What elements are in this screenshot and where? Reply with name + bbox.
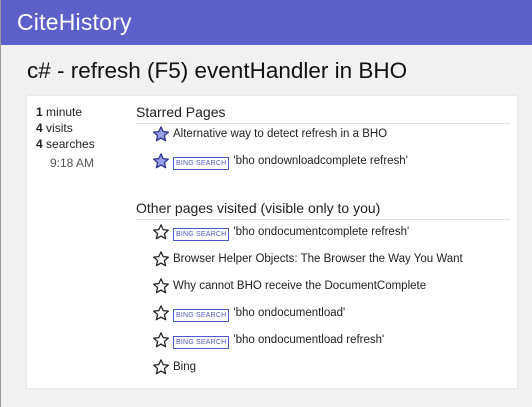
- page-link[interactable]: 'bho ondocumentload refresh': [233, 334, 384, 346]
- star-filled-icon[interactable]: [152, 125, 170, 143]
- star-outline-icon[interactable]: [152, 250, 170, 268]
- minutes-label: minute: [46, 105, 83, 119]
- searches-stat: 4 searches: [36, 136, 95, 152]
- visit-time: 9:18 AM: [50, 156, 95, 170]
- page-title: c# - refresh (F5) eventHandler in BHO: [27, 58, 408, 83]
- bing-search-badge: BING SEARCH: [173, 335, 230, 349]
- history-card: 1 minute 4 visits 4 searches 9:18 AM Sta…: [27, 96, 517, 388]
- page-link[interactable]: Browser Helper Objects: The Browser the …: [173, 253, 463, 265]
- bing-search-badge: BING SEARCH: [173, 227, 230, 241]
- star-outline-icon[interactable]: [152, 304, 170, 322]
- app-brand[interactable]: CiteHistory: [17, 9, 132, 36]
- starred-section: Starred Pages: [136, 104, 510, 124]
- starred-page-item[interactable]: Alternative way to detect refresh in a B…: [152, 124, 387, 144]
- visit-stats: 1 minute 4 visits 4 searches: [36, 104, 95, 152]
- bing-search-badge: BING SEARCH: [173, 308, 230, 322]
- page-link[interactable]: 'bho ondownloadcomplete refresh': [233, 155, 407, 167]
- other-page-item[interactable]: Browser Helper Objects: The Browser the …: [152, 249, 463, 269]
- searches-value: 4: [36, 137, 43, 151]
- star-filled-icon[interactable]: [152, 152, 170, 170]
- starred-heading: Starred Pages: [136, 104, 510, 124]
- star-outline-icon[interactable]: [152, 331, 170, 349]
- other-page-item[interactable]: BING SEARCH'bho ondocumentload refresh': [152, 330, 384, 350]
- searches-label: searches: [46, 137, 95, 151]
- other-page-item[interactable]: BING SEARCH'bho ondocumentcomplete refre…: [152, 222, 409, 242]
- other-page-item[interactable]: BING SEARCH'bho ondocumentload': [152, 303, 345, 323]
- other-heading: Other pages visited (visible only to you…: [136, 200, 510, 220]
- page-link[interactable]: 'bho ondocumentcomplete refresh': [233, 226, 409, 238]
- other-page-item[interactable]: Why cannot BHO receive the DocumentCompl…: [152, 276, 426, 296]
- page-link[interactable]: Alternative way to detect refresh in a B…: [173, 128, 387, 140]
- other-page-item[interactable]: Bing: [152, 357, 196, 377]
- star-outline-icon[interactable]: [152, 223, 170, 241]
- starred-page-item[interactable]: BING SEARCH'bho ondownloadcomplete refre…: [152, 151, 408, 171]
- visits-value: 4: [36, 121, 43, 135]
- page-link[interactable]: Why cannot BHO receive the DocumentCompl…: [173, 280, 426, 292]
- other-section: Other pages visited (visible only to you…: [136, 200, 510, 220]
- minutes-stat: 1 minute: [36, 104, 95, 120]
- visits-stat: 4 visits: [36, 120, 95, 136]
- visits-label: visits: [46, 121, 73, 135]
- star-outline-icon[interactable]: [152, 277, 170, 295]
- page-link[interactable]: 'bho ondocumentload': [233, 307, 345, 319]
- citehistory-window: CiteHistory c# - refresh (F5) eventHandl…: [0, 0, 532, 407]
- app-header: CiteHistory: [1, 0, 532, 45]
- star-outline-icon[interactable]: [152, 358, 170, 376]
- page-link[interactable]: Bing: [173, 361, 196, 373]
- bing-search-badge: BING SEARCH: [173, 156, 230, 170]
- minutes-value: 1: [36, 105, 43, 119]
